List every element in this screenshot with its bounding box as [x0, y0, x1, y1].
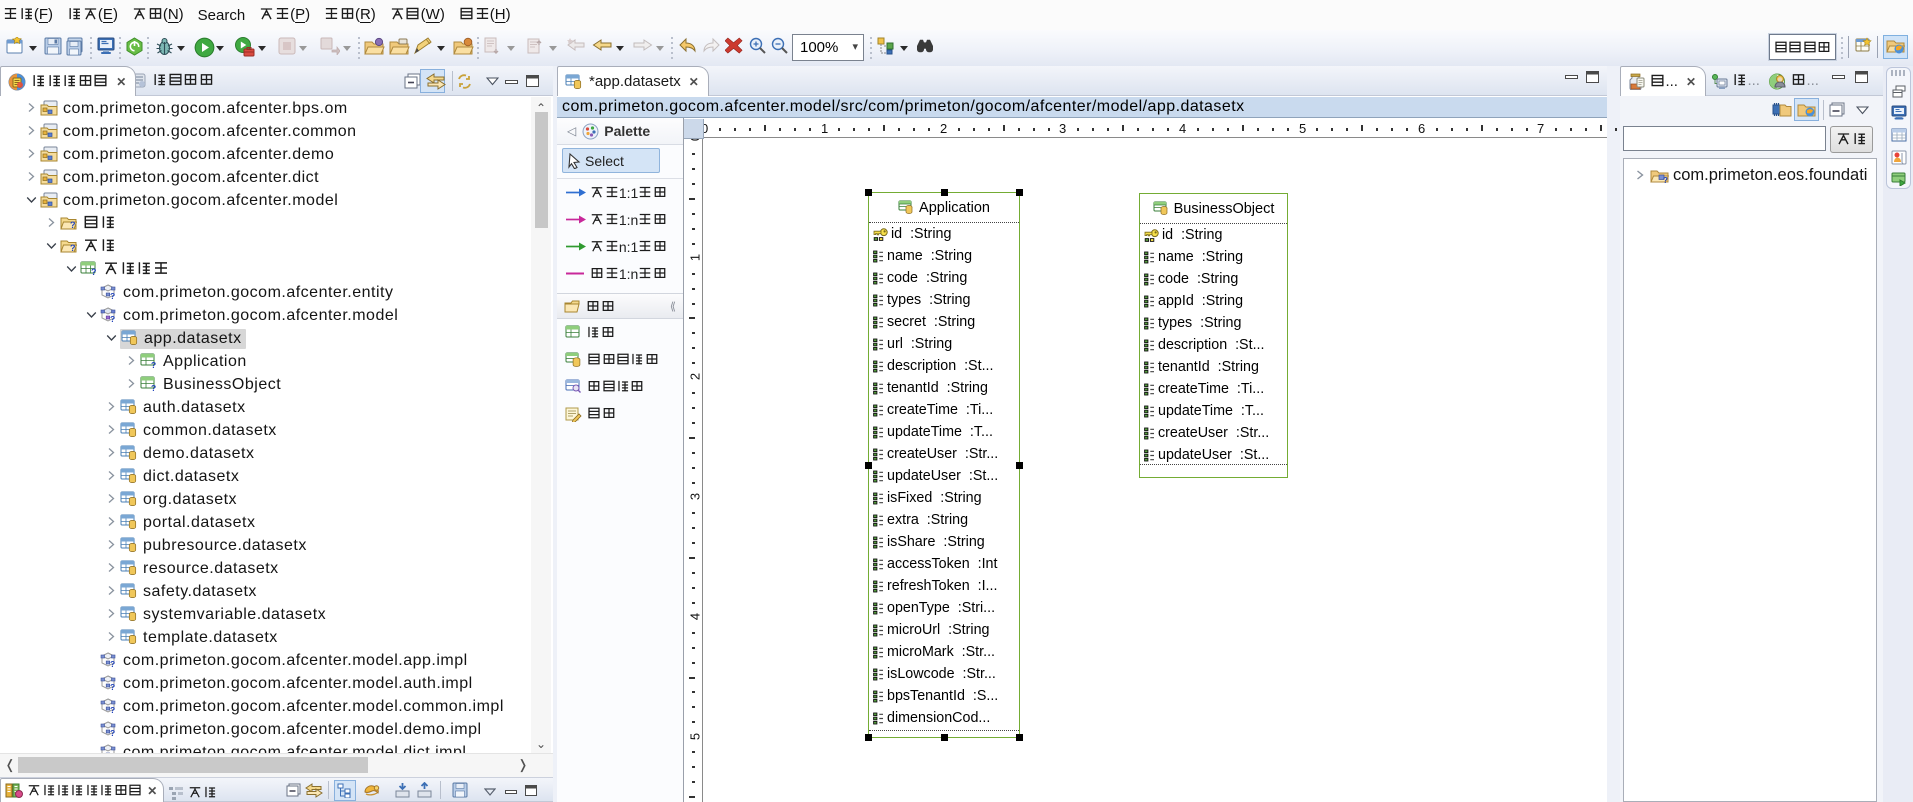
svg-text:?: ?	[151, 360, 157, 369]
svg-text:?: ?	[151, 383, 157, 392]
svg-text:?: ?	[70, 243, 76, 253]
svg-text:?: ?	[110, 314, 116, 323]
svg-text:?: ?	[110, 705, 116, 714]
svg-text:?: ?	[110, 728, 116, 737]
svg-text:?: ?	[110, 291, 116, 300]
svg-text:?: ?	[110, 659, 116, 668]
svg-text:?: ?	[70, 220, 76, 230]
svg-text:?: ?	[1663, 176, 1668, 184]
svg-text:?: ?	[91, 267, 97, 276]
svg-text:?: ?	[110, 682, 116, 691]
